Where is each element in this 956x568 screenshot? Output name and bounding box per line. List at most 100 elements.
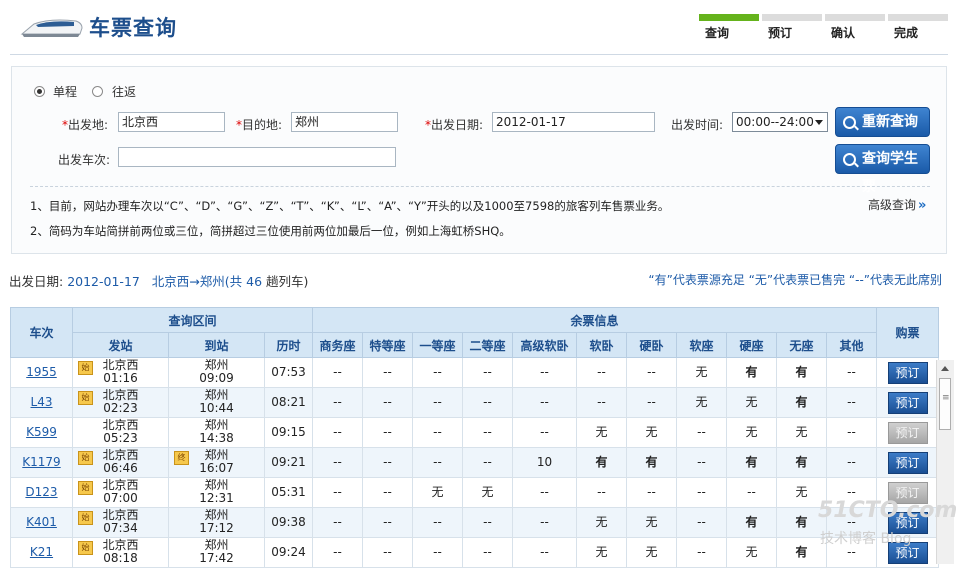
seat-availability: 无 xyxy=(576,507,627,538)
scroll-up-icon[interactable] xyxy=(941,366,949,371)
header-duration: 历时 xyxy=(264,332,313,358)
to-cell: 郑州 09:09 xyxy=(168,357,265,388)
seat-availability: -- xyxy=(726,477,777,508)
arrival-time: 10:44 xyxy=(199,401,234,415)
to-cell: 终郑州 16:07 xyxy=(168,447,265,478)
roundtrip-label[interactable]: 往返 xyxy=(112,83,136,100)
roundtrip-radio[interactable] xyxy=(92,86,103,97)
student-ticket-button[interactable]: 查询学生票 xyxy=(835,144,930,195)
header-seat: 商务座 xyxy=(312,332,363,358)
seat-availability: -- xyxy=(576,387,627,418)
seat-availability: -- xyxy=(462,447,513,478)
seat-availability: -- xyxy=(412,537,463,568)
seat-availability: -- xyxy=(676,477,727,508)
seat-availability: -- xyxy=(312,507,363,538)
to-station-input[interactable]: 郑州 xyxy=(291,112,398,132)
seat-availability: -- xyxy=(512,417,577,448)
train-number-link[interactable]: 1955 xyxy=(26,365,57,379)
seat-availability: -- xyxy=(312,357,363,388)
book-button[interactable]: 预订 xyxy=(887,421,928,444)
notice-1: 1、目前，网站办理车次以“C”、“D”、“G”、“Z”、“T”、“K”、“L”、… xyxy=(30,199,670,213)
seat-availability: -- xyxy=(362,507,413,538)
seat-availability: 无 xyxy=(726,537,777,568)
seat-availability: -- xyxy=(312,387,363,418)
arrival-time: 12:31 xyxy=(199,491,234,505)
departure-time: 05:23 xyxy=(103,431,138,445)
train-number-link[interactable]: K1179 xyxy=(22,455,60,469)
to-station: 郑州 xyxy=(204,508,229,522)
duration-cell: 09:21 xyxy=(264,447,313,478)
from-station-input[interactable]: 北京西 xyxy=(118,112,225,132)
seat-availability: -- xyxy=(676,417,727,448)
origin-badge-icon: 始 xyxy=(78,541,93,555)
step-bar xyxy=(825,14,885,21)
double-chevron-down-icon: » xyxy=(918,198,927,213)
ticket-legend: “有”代表票源充足 “无”代表票已售完 “--”代表无此席别 xyxy=(648,273,942,287)
table-row: K21 始北京西 08:18 郑州 17:42 09:24 -- -- -- -- -- 无无 -- 无有… xyxy=(10,537,939,568)
train-number-cell: K1179 xyxy=(10,447,73,478)
arrival-time: 17:12 xyxy=(199,521,234,535)
seat-availability: 无 xyxy=(726,387,777,418)
seat-availability: -- xyxy=(412,357,463,388)
chevron-down-icon xyxy=(815,120,823,125)
seat-availability: -- xyxy=(362,387,413,418)
advanced-query-link[interactable]: 高级查询» xyxy=(868,196,926,213)
header-remaining: 余票信息 xyxy=(312,307,877,333)
train-number-link[interactable]: K21 xyxy=(30,545,53,559)
header-seat: 二等座 xyxy=(462,332,513,358)
step-bar xyxy=(888,14,948,21)
table-row: L43 始北京西 02:23 郑州 10:44 08:21 -- -- -- -- -- -- -- 无无… xyxy=(10,387,939,418)
book-button[interactable]: 预订 xyxy=(887,391,928,414)
to-cell: 郑州 10:44 xyxy=(168,387,265,418)
page-header: 车票查询 查询 预订 确认 完成 xyxy=(0,0,956,56)
train-no-input[interactable] xyxy=(118,147,396,167)
oneway-label[interactable]: 单程 xyxy=(53,83,77,100)
seat-availability: 有 xyxy=(726,507,777,538)
table-row: K599 北京西 05:23 郑州 14:38 09:15 -- -- -- -- -- 无无 -- 无无… xyxy=(10,417,939,448)
oneway-radio[interactable] xyxy=(34,86,45,97)
summary-date: 2012-01-17 xyxy=(67,274,140,289)
date-input[interactable]: 2012-01-17 xyxy=(492,112,655,132)
table-scrollbar[interactable] xyxy=(936,360,954,564)
seat-availability: -- xyxy=(362,417,413,448)
header-seat: 软座 xyxy=(676,332,727,358)
search-icon xyxy=(843,116,856,129)
seat-availability: 10 xyxy=(512,447,577,478)
header-divider xyxy=(10,54,948,55)
seat-availability: -- xyxy=(826,447,877,478)
notice-2: 2、简码为车站简拼前两位或三位，简拼超过三位使用前两位加最后一位，例如上海虹桥S… xyxy=(30,224,511,238)
summary-count: 46 xyxy=(246,274,263,289)
train-number-link[interactable]: K599 xyxy=(26,425,57,439)
table-row: K401 始北京西 07:34 郑州 17:12 09:38 -- -- -- -- -- 无无 -- 有… xyxy=(10,507,939,538)
book-button[interactable]: 预订 xyxy=(887,361,928,384)
to-station: 郑州 xyxy=(204,538,229,552)
seat-availability: -- xyxy=(626,357,677,388)
book-cell: 预订 xyxy=(876,387,939,418)
train-number-link[interactable]: D123 xyxy=(25,485,57,499)
seat-availability: 有 xyxy=(776,537,827,568)
time-select[interactable]: 00:00--24:00 xyxy=(732,112,828,132)
divider xyxy=(30,186,930,187)
book-cell: 预订 xyxy=(876,417,939,448)
train-number-link[interactable]: K401 xyxy=(26,515,57,529)
to-station: 郑州 xyxy=(204,358,229,372)
seat-availability: -- xyxy=(826,387,877,418)
seat-availability: 无 xyxy=(726,417,777,448)
book-button[interactable]: 预订 xyxy=(887,451,928,474)
from-station: 北京西 xyxy=(102,418,139,432)
train-number-cell: L43 xyxy=(10,387,73,418)
origin-badge-icon: 始 xyxy=(78,451,93,465)
step-label: 确认 xyxy=(831,26,856,40)
train-number-link[interactable]: L43 xyxy=(31,395,53,409)
watermark-subtitle: 技术博客 Blog xyxy=(820,531,912,547)
requery-button[interactable]: 重新查询 xyxy=(835,107,930,137)
train-number-cell: K21 xyxy=(10,537,73,568)
train-number-cell: 1955 xyxy=(10,357,73,388)
to-station: 郑州 xyxy=(204,478,229,492)
watermark-logo: 51CTO.com xyxy=(818,498,956,523)
train-number-cell: K401 xyxy=(10,507,73,538)
seat-availability: 无 xyxy=(626,417,677,448)
scroll-thumb[interactable] xyxy=(939,378,951,430)
to-cell: 郑州 17:12 xyxy=(168,507,265,538)
origin-badge-icon: 始 xyxy=(78,361,93,375)
